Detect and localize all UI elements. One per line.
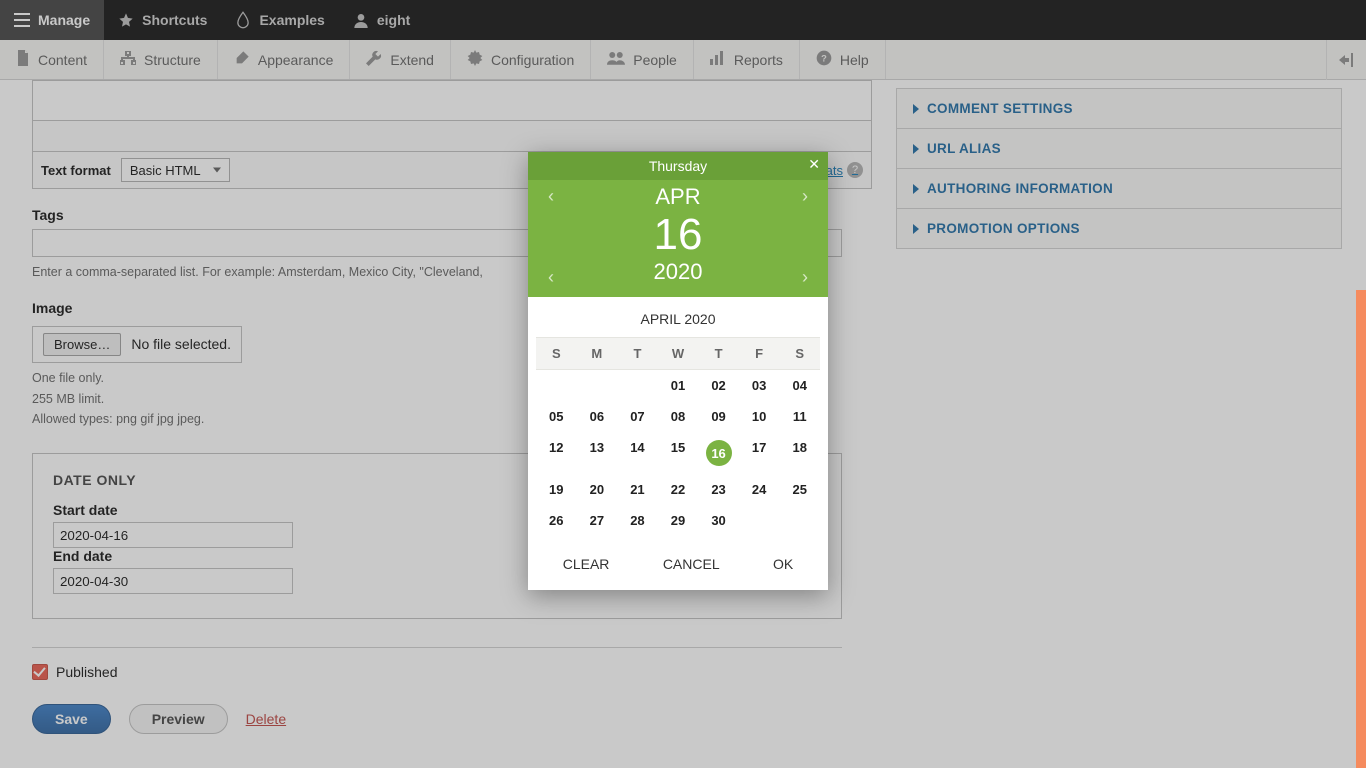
datepicker-day-cell[interactable]: 25 <box>779 474 820 505</box>
datepicker-close-icon[interactable]: ✕ <box>808 156 820 173</box>
datepicker-dow: T <box>617 337 658 370</box>
datepicker-empty-cell <box>617 370 658 401</box>
datepicker-day-cell[interactable]: 29 <box>658 505 699 536</box>
datepicker-year: 2020 <box>654 259 703 295</box>
accent-strip <box>1356 290 1366 768</box>
datepicker-day-cell[interactable]: 10 <box>739 401 780 432</box>
datepicker-day-cell[interactable]: 01 <box>658 370 699 401</box>
datepicker-grid: SMTWTFS010203040506070809101112131415161… <box>528 337 828 544</box>
next-month-button[interactable]: › <box>796 182 814 211</box>
datepicker-actions: CLEAR CANCEL OK <box>528 544 828 590</box>
datepicker-day-cell[interactable]: 22 <box>658 474 699 505</box>
next-year-button[interactable]: › <box>796 263 814 292</box>
datepicker-day-cell[interactable]: 05 <box>536 401 577 432</box>
datepicker-day-cell[interactable]: 19 <box>536 474 577 505</box>
datepicker-day-cell[interactable]: 14 <box>617 432 658 474</box>
datepicker-dow: W <box>658 337 699 370</box>
datepicker-modal: Thursday ✕ ‹ APR › 16 ‹ 2020 › APRIL 202… <box>528 152 828 590</box>
datepicker-day-cell[interactable]: 23 <box>698 474 739 505</box>
datepicker-dow: M <box>577 337 618 370</box>
datepicker-day-cell[interactable]: 08 <box>658 401 699 432</box>
datepicker-ok-button[interactable]: OK <box>773 556 793 572</box>
datepicker-dow: S <box>779 337 820 370</box>
datepicker-day-cell[interactable]: 09 <box>698 401 739 432</box>
datepicker-dow: F <box>739 337 780 370</box>
datepicker-day-cell[interactable]: 02 <box>698 370 739 401</box>
datepicker-empty-cell <box>577 370 618 401</box>
datepicker-weekday-label: Thursday <box>649 158 707 174</box>
datepicker-day-cell[interactable]: 21 <box>617 474 658 505</box>
datepicker-day-cell[interactable]: 27 <box>577 505 618 536</box>
datepicker-day-cell[interactable]: 30 <box>698 505 739 536</box>
datepicker-day-cell[interactable]: 07 <box>617 401 658 432</box>
datepicker-cancel-button[interactable]: CANCEL <box>663 556 720 572</box>
datepicker-day-cell[interactable]: 26 <box>536 505 577 536</box>
datepicker-day-cell[interactable]: 18 <box>779 432 820 474</box>
datepicker-day-cell[interactable]: 13 <box>577 432 618 474</box>
datepicker-day-cell[interactable]: 03 <box>739 370 780 401</box>
datepicker-day-cell[interactable]: 28 <box>617 505 658 536</box>
datepicker-day-cell[interactable]: 17 <box>739 432 780 474</box>
datepicker-day: 16 <box>654 213 703 257</box>
prev-month-button[interactable]: ‹ <box>542 182 560 211</box>
datepicker-day-cell[interactable]: 04 <box>779 370 820 401</box>
datepicker-month: APR <box>655 184 700 210</box>
datepicker-day-cell[interactable]: 11 <box>779 401 820 432</box>
datepicker-empty-cell <box>536 370 577 401</box>
datepicker-title: APRIL 2020 <box>528 297 828 337</box>
datepicker-day-cell[interactable]: 12 <box>536 432 577 474</box>
datepicker-header: Thursday ✕ ‹ APR › 16 ‹ 2020 › <box>528 152 828 297</box>
prev-year-button[interactable]: ‹ <box>542 263 560 292</box>
datepicker-day-cell[interactable]: 20 <box>577 474 618 505</box>
datepicker-day-cell[interactable]: 24 <box>739 474 780 505</box>
datepicker-dow: S <box>536 337 577 370</box>
datepicker-clear-button[interactable]: CLEAR <box>563 556 610 572</box>
datepicker-dow: T <box>698 337 739 370</box>
datepicker-day-cell[interactable]: 15 <box>658 432 699 474</box>
datepicker-day-cell[interactable]: 16 <box>698 432 739 474</box>
datepicker-day-cell[interactable]: 06 <box>577 401 618 432</box>
datepicker-weekday: Thursday ✕ <box>528 152 828 180</box>
